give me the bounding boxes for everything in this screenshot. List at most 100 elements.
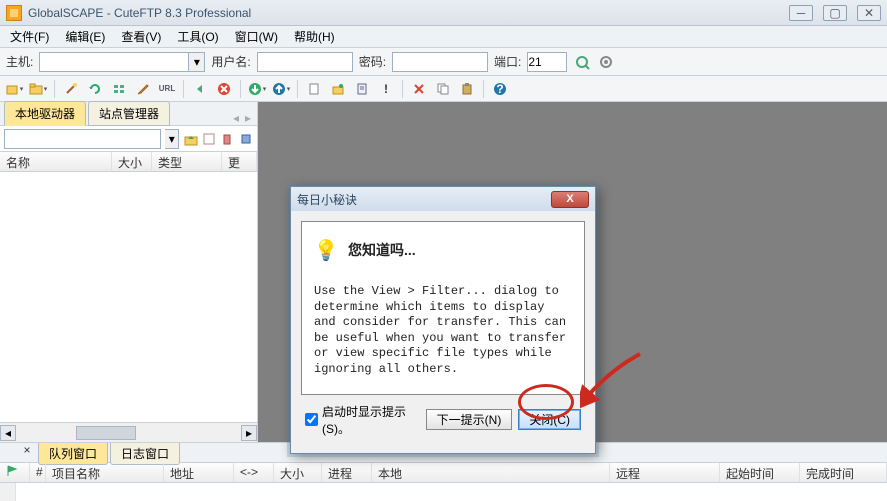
lightbulb-icon: 💡 <box>314 236 338 264</box>
qcol-num[interactable]: # <box>30 463 46 482</box>
copy-icon[interactable] <box>433 79 453 99</box>
tip-heading: 您知道吗... <box>348 240 416 260</box>
menu-help[interactable]: 帮助(H) <box>288 26 341 47</box>
col-name[interactable]: 名称 <box>0 152 112 171</box>
exec-icon[interactable]: ! <box>376 79 396 99</box>
qcol-item[interactable]: 项目名称 <box>46 463 164 482</box>
tip-dialog: 每日小秘诀 X 💡 您知道吗... Use the View > Filter.… <box>290 186 596 454</box>
col-type[interactable]: 类型 <box>152 152 222 171</box>
new-connection-icon[interactable]: ▾ <box>4 79 24 99</box>
user-label: 用户名: <box>211 53 250 70</box>
col-size[interactable]: 大小 <box>112 152 152 171</box>
folder-up-icon[interactable] <box>183 131 197 147</box>
connection-bar: 主机: ▾ 用户名: 密码: 端口: <box>0 48 887 76</box>
next-tip-button[interactable]: 下一提示(N) <box>426 409 513 430</box>
back-icon[interactable] <box>190 79 210 99</box>
scroll-right-icon[interactable]: ▸ <box>241 425 257 441</box>
view-icon[interactable] <box>109 79 129 99</box>
col-more[interactable]: 更 <box>222 152 257 171</box>
help-icon[interactable]: ? <box>490 79 510 99</box>
title-bar: GlobalSCAPE - CuteFTP 8.3 Professional ─… <box>0 0 887 26</box>
menu-view[interactable]: 查看(V) <box>115 26 167 47</box>
file-list-body[interactable] <box>0 172 257 422</box>
queue-row-gutter <box>0 483 16 501</box>
dialog-title-bar[interactable]: 每日小秘诀 X <box>291 187 595 211</box>
tab-site-manager[interactable]: 站点管理器 <box>88 101 170 126</box>
host-label: 主机: <box>6 53 33 70</box>
tab-log[interactable]: 日志窗口 <box>110 443 180 465</box>
qcol-local[interactable]: 本地 <box>372 463 610 482</box>
path-dropdown-icon[interactable]: ▾ <box>165 129 179 149</box>
dialog-title: 每日小秘诀 <box>297 191 357 208</box>
stop-icon[interactable] <box>214 79 234 99</box>
qcol-flag[interactable] <box>0 463 30 482</box>
delete-icon[interactable] <box>220 131 234 147</box>
wand-icon[interactable] <box>61 79 81 99</box>
new-folder-icon[interactable] <box>328 79 348 99</box>
maximize-button[interactable]: ▢ <box>823 5 847 21</box>
menu-tools[interactable]: 工具(O) <box>171 26 224 47</box>
password-input[interactable] <box>392 52 488 72</box>
port-input[interactable] <box>527 52 567 72</box>
new-file-icon[interactable] <box>304 79 324 99</box>
qcol-prog[interactable]: 进程 <box>322 463 372 482</box>
qcol-end[interactable]: 完成时间 <box>800 463 887 482</box>
connect-icon[interactable] <box>573 53 591 71</box>
port-label: 端口: <box>494 53 521 70</box>
horizontal-scrollbar[interactable]: ◂ ▸ <box>0 422 257 442</box>
download-icon[interactable]: ▾ <box>247 79 267 99</box>
tab-next-icon[interactable]: ▸ <box>243 111 253 125</box>
window-close-button[interactable]: ✕ <box>857 5 881 21</box>
show-on-startup-label: 启动时显示提示(S)。 <box>322 403 414 437</box>
bottom-tabs-close-icon[interactable]: × <box>20 443 34 457</box>
host-input[interactable] <box>39 52 189 72</box>
menu-edit[interactable]: 编辑(E) <box>59 26 111 47</box>
scroll-left-icon[interactable]: ◂ <box>0 425 16 441</box>
settings-icon[interactable] <box>597 53 615 71</box>
tab-nav: ◂ ▸ <box>231 111 253 125</box>
script-icon[interactable] <box>352 79 372 99</box>
show-on-startup-input[interactable] <box>305 413 318 426</box>
qcol-size[interactable]: 大小 <box>274 463 322 482</box>
menu-window[interactable]: 窗口(W) <box>229 26 284 47</box>
paste-icon[interactable] <box>457 79 477 99</box>
tip-box: 💡 您知道吗... Use the View > Filter... dialo… <box>301 221 585 395</box>
dialog-close-icon[interactable]: X <box>551 191 589 208</box>
file-list-header: 名称 大小 类型 更 <box>0 152 257 172</box>
queue-pane: # 项目名称 地址 <-> 大小 进程 本地 远程 起始时间 完成时间 <box>0 462 887 500</box>
qcol-start[interactable]: 起始时间 <box>720 463 800 482</box>
left-tabs: 本地驱动器 站点管理器 ◂ ▸ <box>0 102 257 126</box>
host-dropdown-icon[interactable]: ▾ <box>189 52 205 72</box>
tab-queue[interactable]: 队列窗口 <box>38 443 108 465</box>
cut-icon[interactable] <box>409 79 429 99</box>
tab-prev-icon[interactable]: ◂ <box>231 111 241 125</box>
app-icon <box>6 5 22 21</box>
show-on-startup-checkbox[interactable]: 启动时显示提示(S)。 <box>305 403 414 437</box>
tip-text: Use the View > Filter... dialog to deter… <box>314 284 572 378</box>
minimize-button[interactable]: ─ <box>789 5 813 21</box>
queue-header: # 项目名称 地址 <-> 大小 进程 本地 远程 起始时间 完成时间 <box>0 463 887 483</box>
refresh-icon[interactable] <box>85 79 105 99</box>
qcol-dir[interactable]: <-> <box>234 463 274 482</box>
username-input[interactable] <box>257 52 353 72</box>
toolbar: ▾ ▾ URL ▾ ▾ ! ? <box>0 76 887 102</box>
refresh-folder-icon[interactable] <box>202 131 216 147</box>
qcol-remote[interactable]: 远程 <box>610 463 720 482</box>
qcol-addr[interactable]: 地址 <box>164 463 234 482</box>
edit-icon[interactable] <box>133 79 153 99</box>
folder-icon[interactable]: ▾ <box>28 79 48 99</box>
url-icon[interactable]: URL <box>157 79 177 99</box>
scroll-thumb[interactable] <box>76 426 136 440</box>
left-pane: 本地驱动器 站点管理器 ◂ ▸ ▾ 名称 大小 类型 更 ◂ ▸ <box>0 102 258 442</box>
menu-file[interactable]: 文件(F) <box>4 26 55 47</box>
pass-label: 密码: <box>359 53 386 70</box>
svg-text:?: ? <box>496 82 503 96</box>
window-title: GlobalSCAPE - CuteFTP 8.3 Professional <box>28 6 251 20</box>
tab-local-drives[interactable]: 本地驱动器 <box>4 101 86 126</box>
path-bar: ▾ <box>0 126 257 152</box>
more-icon[interactable] <box>239 131 253 147</box>
path-input[interactable] <box>4 129 161 149</box>
close-button[interactable]: 关闭(C) <box>518 409 581 430</box>
upload-icon[interactable]: ▾ <box>271 79 291 99</box>
menu-bar: 文件(F) 编辑(E) 查看(V) 工具(O) 窗口(W) 帮助(H) <box>0 26 887 48</box>
